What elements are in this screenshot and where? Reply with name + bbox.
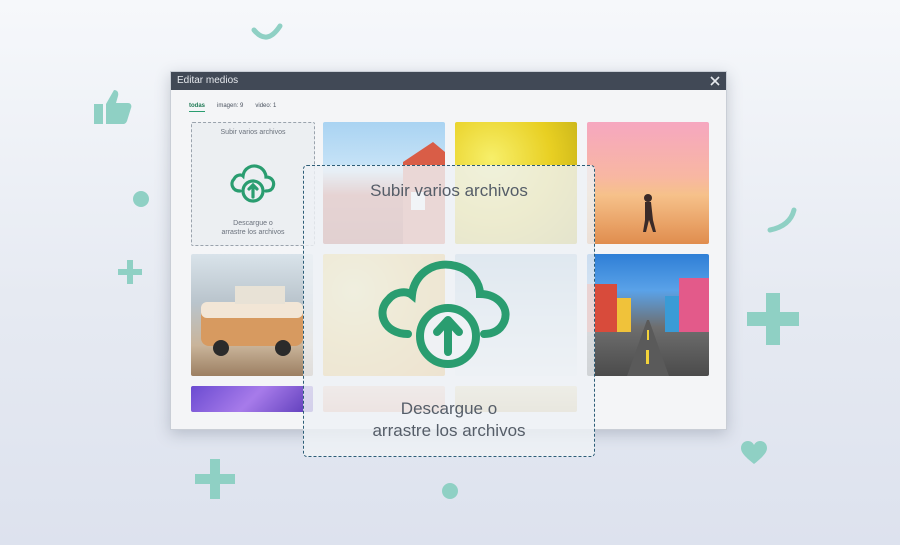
- plus-icon: [116, 258, 144, 286]
- overlay-dropzone-hint: Descargue o arrastre los archivos: [372, 399, 526, 440]
- media-filter-tabs: todas imagen: 9 video: 1: [189, 103, 276, 112]
- dialog-title: Editar medios: [177, 75, 239, 86]
- dot-decoration: [441, 482, 459, 500]
- smile-arc-decoration: [250, 20, 284, 44]
- dot-decoration: [132, 190, 150, 208]
- close-icon[interactable]: [708, 72, 722, 90]
- upload-drop-overlay[interactable]: Subir varios archivos Descargue o arrast…: [303, 165, 595, 457]
- small-dropzone-hint: Descargue o arrastre los archivos: [221, 220, 285, 236]
- tab-videos[interactable]: video: 1: [255, 103, 276, 112]
- small-dropzone-title: Subir varios archivos: [220, 129, 286, 136]
- cloud-upload-icon: [372, 248, 526, 373]
- purple-video-thumbnail[interactable]: [191, 386, 313, 412]
- tab-images[interactable]: imagen: 9: [217, 103, 243, 112]
- thumbs-up-icon: [92, 88, 134, 126]
- beach-walker-image[interactable]: [587, 122, 709, 244]
- cloud-upload-icon: [228, 157, 278, 212]
- smile-arc-decoration: [764, 206, 800, 236]
- dialog-titlebar: Editar medios: [171, 72, 726, 90]
- heart-icon: [740, 440, 768, 466]
- colorful-street-image[interactable]: [587, 254, 709, 376]
- orange-van-image[interactable]: [191, 254, 313, 376]
- overlay-dropzone-title: Subir varios archivos: [370, 181, 528, 200]
- small-upload-dropzone[interactable]: Subir varios archivos Descargue o arrast…: [191, 122, 315, 246]
- plus-icon: [744, 290, 802, 348]
- plus-icon: [193, 457, 237, 501]
- tab-all[interactable]: todas: [189, 103, 206, 112]
